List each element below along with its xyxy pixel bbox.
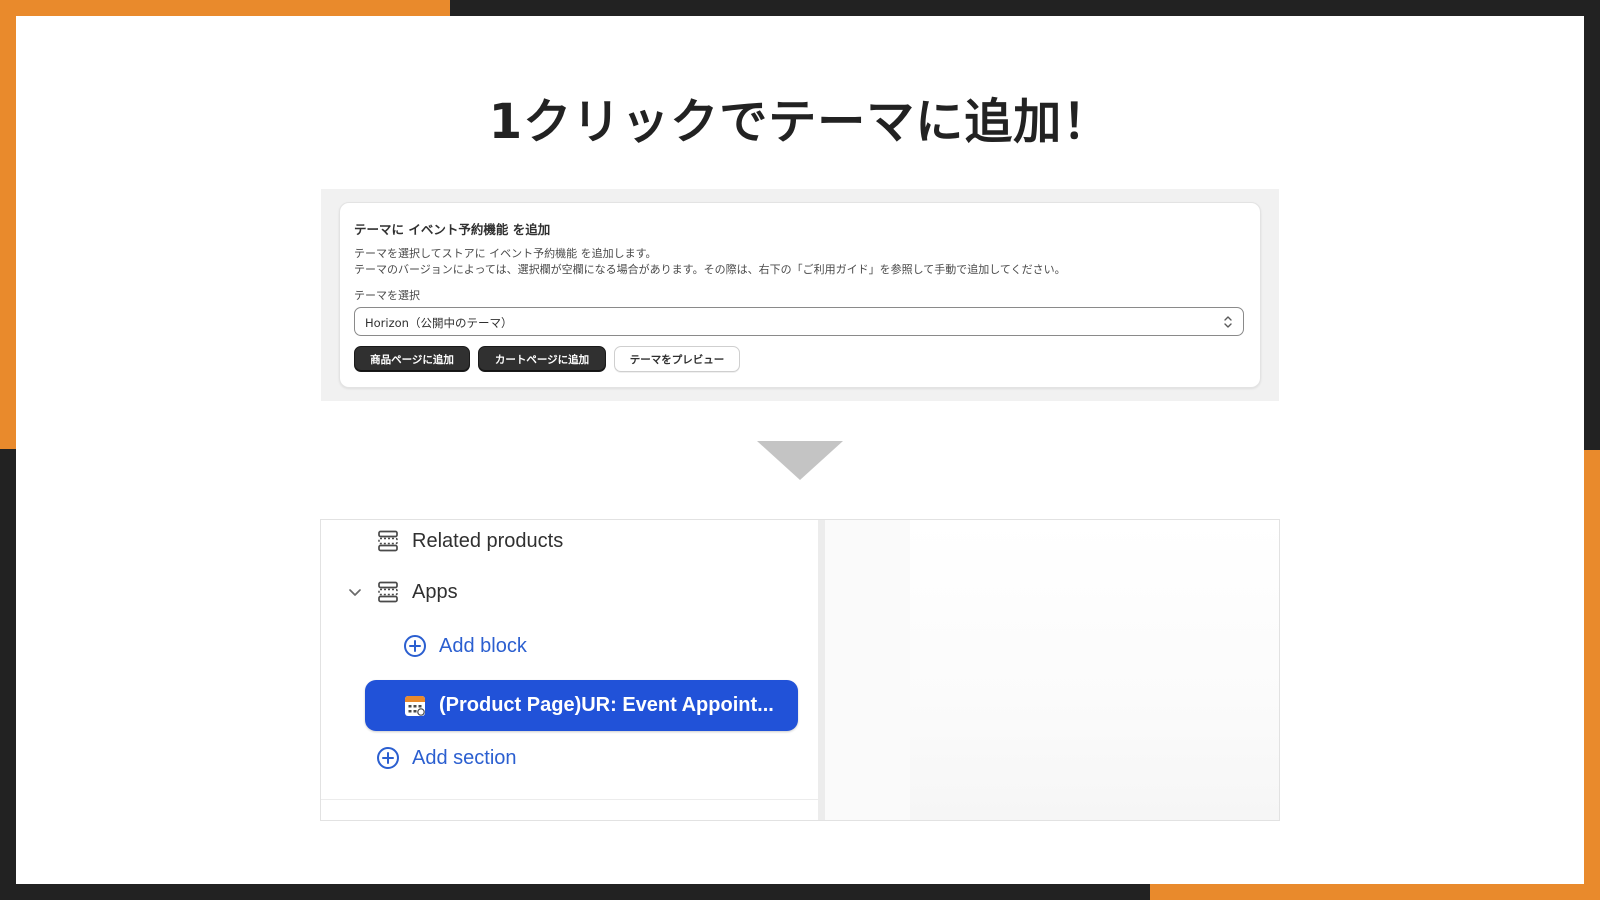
theme-select-label: テーマを選択	[354, 289, 420, 302]
tree-item-apps[interactable]: Apps	[346, 580, 458, 604]
tree-item-related-products[interactable]: Related products	[376, 529, 563, 553]
tree-item-label: Apps	[412, 580, 458, 603]
tree-item-label: Related products	[412, 529, 564, 552]
install-card: テーマに イベント予約機能 を追加 テーマを選択してストアに イベント予約機能 …	[339, 202, 1261, 388]
editor-preview-area	[825, 520, 1279, 820]
add-to-cart-page-button[interactable]: カートページに追加	[478, 346, 606, 372]
app-block-label: (Product Page)UR: Event Appoint...	[439, 694, 774, 716]
calendar-app-icon	[405, 695, 425, 716]
theme-select-value: Horizon（公開中のテーマ）	[365, 316, 513, 330]
app-block-item-selected[interactable]: (Product Page)UR: Event Appoint...	[365, 680, 798, 731]
add-block-button[interactable]: Add block	[403, 634, 527, 658]
select-updown-icon	[1224, 316, 1232, 328]
card-description-line2: テーマのバージョンによっては、選択欄が空欄になる場合があります。その際は、右下の…	[354, 263, 1066, 276]
card-description-line1: テーマを選択してストアに イベント予約機能 を追加します。	[354, 247, 657, 260]
preview-theme-button[interactable]: テーマをプレビュー	[614, 346, 740, 372]
frame-right-orange	[1584, 450, 1600, 900]
plus-circle-icon	[404, 635, 426, 657]
section-icon	[378, 530, 398, 552]
plus-circle-icon	[377, 747, 399, 769]
add-to-product-page-button[interactable]: 商品ページに追加	[354, 346, 470, 372]
theme-select[interactable]: Horizon（公開中のテーマ）	[354, 307, 1244, 336]
editor-sidebar: Related products Apps Add block (Product…	[321, 520, 818, 799]
preview-gutter	[825, 520, 910, 820]
section-icon	[378, 581, 398, 603]
frame-left-orange	[0, 0, 16, 449]
slide-title: 1クリックでテーマに追加！	[488, 94, 1112, 150]
install-screenshot: テーマに イベント予約機能 を追加 テーマを選択してストアに イベント予約機能 …	[321, 189, 1279, 401]
chevron-down-icon[interactable]	[346, 583, 364, 601]
add-section-button[interactable]: Add section	[376, 746, 517, 770]
add-section-label: Add section	[412, 746, 517, 769]
card-title: テーマに イベント予約機能 を追加	[354, 222, 551, 237]
editor-sidebar-footer	[321, 800, 818, 820]
add-block-label: Add block	[439, 634, 527, 657]
down-arrow-icon	[757, 441, 843, 480]
theme-editor-screenshot: Related products Apps Add block (Product…	[321, 520, 1279, 820]
frame-top-orange	[0, 0, 450, 16]
frame-bottom-orange	[1150, 884, 1600, 900]
